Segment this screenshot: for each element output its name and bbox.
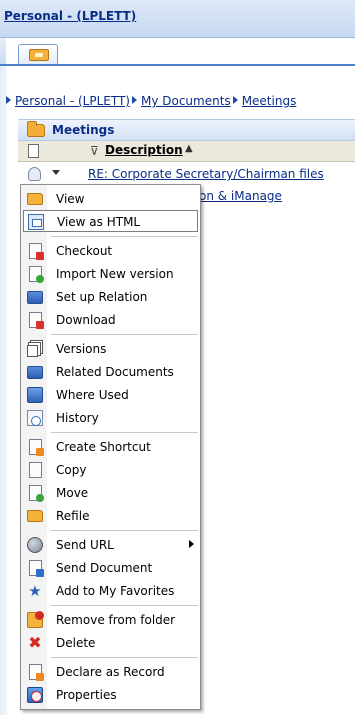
menu-item-label: Create Shortcut (56, 440, 151, 454)
title-bar: Personal - (LPLETT) (0, 0, 355, 38)
where-used-icon (27, 387, 43, 403)
folder-open-icon (27, 193, 43, 205)
menu-item-import-new-version[interactable]: Import New version (23, 263, 198, 285)
menu-item-refile[interactable]: Refile (23, 505, 198, 527)
menu-item-label: Send Document (56, 561, 153, 575)
menu-item-view-as-html[interactable]: View as HTML (23, 210, 198, 232)
menu-separator (51, 605, 198, 606)
menu-item-label: Set up Relation (56, 290, 148, 304)
move-icon (29, 485, 44, 502)
menu-item-label: Add to My Favorites (56, 584, 175, 598)
menu-item-where-used[interactable]: Where Used (23, 384, 198, 406)
shortcut-icon (29, 439, 44, 456)
menu-item-properties[interactable]: Properties (23, 684, 198, 706)
breadcrumb-personal[interactable]: Personal - (LPLETT) (15, 94, 130, 108)
menu-item-label: Versions (56, 342, 107, 356)
table-row[interactable]: RE: Corporate Secretary/Chairman files (18, 164, 355, 184)
tab-strip (0, 38, 355, 66)
tab-folder[interactable] (18, 44, 58, 64)
context-menu: View View as HTML Checkout Import New ve… (20, 184, 201, 710)
menu-item-send-document[interactable]: Send Document (23, 557, 198, 579)
menu-item-label: Remove from folder (56, 613, 176, 627)
menu-separator (51, 432, 198, 433)
menu-item-versions[interactable]: Versions (23, 338, 198, 360)
menu-item-send-url[interactable]: Send URL (23, 534, 198, 556)
description-column-header[interactable]: Description (105, 143, 183, 157)
menu-item-label: Related Documents (56, 365, 174, 379)
declare-record-icon (29, 664, 44, 681)
menu-item-download[interactable]: Download (23, 309, 198, 331)
menu-item-add-to-favorites[interactable]: ★ Add to My Favorites (23, 580, 198, 602)
chevron-down-icon[interactable] (52, 170, 60, 175)
menu-item-label: History (56, 411, 99, 425)
menu-item-label: Properties (56, 688, 117, 702)
folder-icon (27, 121, 45, 137)
menu-item-history[interactable]: History (23, 407, 198, 429)
breadcrumb-my-documents[interactable]: My Documents (141, 94, 231, 108)
favorites-icon: ★ (28, 582, 42, 600)
menu-separator (51, 236, 198, 237)
sort-ascending-icon: ▲ (185, 143, 193, 154)
breadcrumb: Personal - (LPLETT) My Documents Meetings (4, 94, 296, 110)
menu-item-label: Delete (56, 636, 96, 650)
menu-item-copy[interactable]: Copy (23, 459, 198, 481)
menu-item-label: Move (56, 486, 89, 500)
menu-item-label: Copy (56, 463, 87, 477)
folder-header: Meetings (18, 119, 355, 141)
menu-item-label: Where Used (56, 388, 129, 402)
menu-item-label: Checkout (56, 244, 113, 258)
menu-item-label: Send URL (56, 538, 114, 552)
breadcrumb-arrow-icon (6, 96, 11, 104)
related-documents-icon (27, 366, 43, 379)
workspace-title-link[interactable]: Personal - (LPLETT) (4, 9, 136, 23)
html-view-icon (28, 214, 44, 230)
folder-name: Meetings (52, 123, 115, 137)
breadcrumb-arrow-icon (232, 96, 238, 104)
remove-folder-icon (27, 611, 44, 628)
menu-item-related-documents[interactable]: Related Documents (23, 361, 198, 383)
relation-icon (27, 291, 43, 304)
document-type-icon[interactable] (28, 144, 39, 158)
menu-item-create-shortcut[interactable]: Create Shortcut (23, 436, 198, 458)
menu-separator (51, 530, 198, 531)
menu-item-set-up-relation[interactable]: Set up Relation (23, 286, 198, 308)
versions-icon (27, 345, 38, 357)
menu-item-label: Download (56, 313, 116, 327)
breadcrumb-meetings[interactable]: Meetings (242, 94, 297, 108)
properties-icon (27, 687, 43, 703)
submenu-arrow-icon (189, 540, 194, 548)
copy-icon (29, 462, 42, 478)
send-document-icon (29, 560, 44, 577)
refile-icon (27, 510, 43, 522)
tab-strip-edge (0, 38, 6, 64)
imanage-window: Personal - (LPLETT) Personal - (LPLETT) M… (0, 0, 355, 715)
menu-separator (51, 657, 198, 658)
menu-item-move[interactable]: Move (23, 482, 198, 504)
menu-item-remove-from-folder[interactable]: Remove from folder (23, 609, 198, 631)
menu-item-label: View as HTML (57, 215, 141, 229)
breadcrumb-arrow-icon (131, 96, 137, 104)
delete-icon: ✖ (28, 633, 42, 652)
import-version-icon (29, 266, 44, 283)
menu-item-declare-as-record[interactable]: Declare as Record (23, 661, 198, 683)
menu-item-label: Refile (56, 509, 90, 523)
menu-item-label: Import New version (56, 267, 174, 281)
email-document-icon (28, 167, 41, 181)
send-url-icon (27, 537, 43, 553)
menu-item-checkout[interactable]: Checkout (23, 240, 198, 262)
menu-separator (51, 334, 198, 335)
column-header: ⊽ Description ▲ (18, 141, 355, 162)
left-rail (0, 66, 7, 715)
document-description-link[interactable]: RE: Corporate Secretary/Chairman files (88, 167, 324, 181)
download-icon (29, 312, 44, 329)
menu-item-label: View (56, 192, 85, 206)
document-description-link[interactable]: on & iManage (199, 189, 282, 203)
filter-icon[interactable]: ⊽ (90, 144, 99, 158)
checkout-icon (29, 243, 44, 260)
menu-item-delete[interactable]: ✖ Delete (23, 632, 198, 654)
folder-tab-icon (29, 49, 49, 61)
menu-item-view[interactable]: View (23, 188, 198, 210)
menu-item-label: Declare as Record (56, 665, 165, 679)
history-icon (27, 410, 43, 426)
